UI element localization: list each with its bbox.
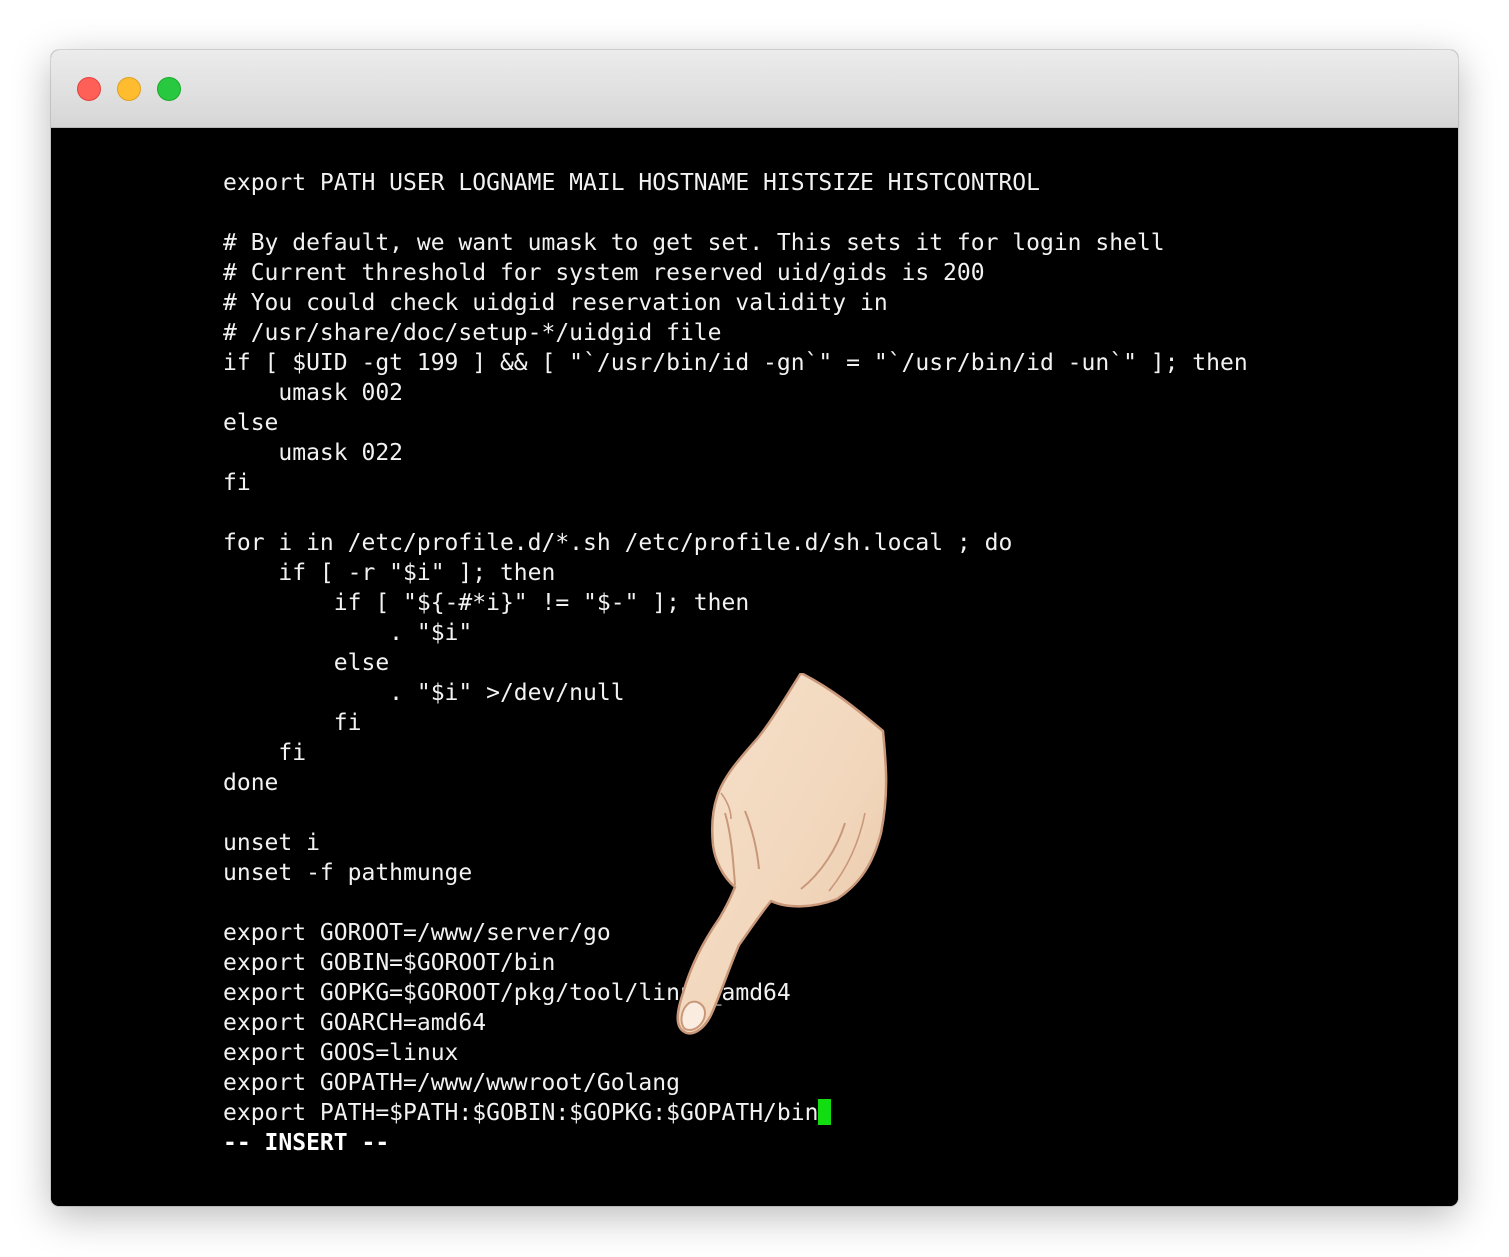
code-line: umask 002 [223, 380, 404, 406]
code-line: # You could check uidgid reservation val… [223, 290, 888, 316]
code-line: . "$i" [223, 620, 473, 646]
title-bar[interactable] [51, 50, 1458, 128]
code-line: else [223, 410, 279, 436]
mode-indicator: -- INSERT -- [223, 1130, 390, 1156]
terminal-pane[interactable]: export PATH USER LOGNAME MAIL HOSTNAME H… [51, 128, 1458, 1206]
code-line: # /usr/share/doc/setup-*/uidgid file [223, 320, 722, 346]
current-line-text: export PATH=$PATH:$GOBIN:$GOPKG:$GOPATH/… [223, 1100, 819, 1126]
code-line: if [ "${-#*i}" != "$-" ]; then [223, 590, 750, 616]
current-line: export PATH=$PATH:$GOBIN:$GOPKG:$GOPATH/… [223, 1098, 1248, 1128]
minimize-button[interactable] [117, 77, 141, 101]
zoom-button[interactable] [157, 77, 181, 101]
text-cursor [818, 1099, 832, 1125]
code-line: # Current threshold for system reserved … [223, 260, 985, 286]
code-line: umask 022 [223, 440, 404, 466]
code-line: export PATH USER LOGNAME MAIL HOSTNAME H… [223, 170, 1040, 196]
code-line: fi [223, 470, 251, 496]
pointing-hand-icon [676, 673, 888, 1035]
close-button[interactable] [77, 77, 101, 101]
code-line: for i in /etc/profile.d/*.sh /etc/profil… [223, 530, 1013, 556]
terminal-window: export PATH USER LOGNAME MAIL HOSTNAME H… [51, 50, 1458, 1206]
code-line: if [ -r "$i" ]; then [223, 560, 556, 586]
code-line: # By default, we want umask to get set. … [223, 230, 1165, 256]
code-line: if [ $UID -gt 199 ] && [ "`/usr/bin/id -… [223, 350, 1248, 376]
